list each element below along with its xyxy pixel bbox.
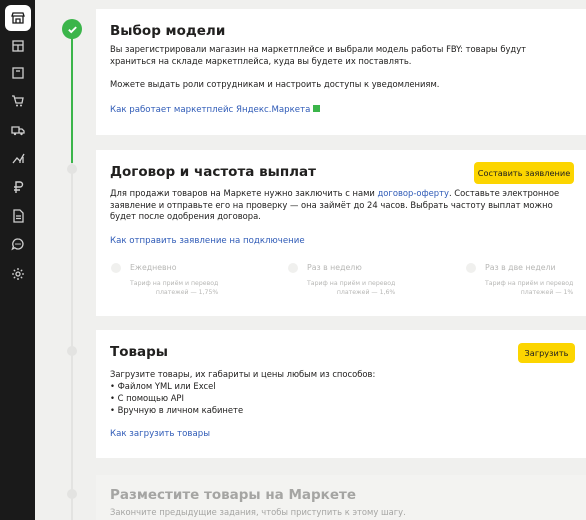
how-marketplace-works-label: Как работает маркетплейс Яндекс.Маркета (110, 105, 311, 115)
step-card-goods: Товары Загрузить Загрузите товары, их га… (96, 330, 586, 458)
list-item: • Файлом YML или Excel (110, 381, 216, 391)
step-dot-contract (67, 164, 77, 174)
step-text-contract-line1: Для продажи товаров на Маркете нужно зак… (110, 188, 559, 200)
option-tariff: Тариф на приём и перевод платежей — 1% (485, 280, 574, 296)
truck-icon (11, 126, 25, 136)
option-label: Раз в неделю (307, 263, 362, 272)
how-marketplace-works-link[interactable]: Как работает маркетплейс Яндекс.Маркета (110, 105, 321, 115)
sidebar (0, 0, 35, 520)
step-title-contract: Договор и частота выплат (110, 164, 316, 180)
list-item: • Вручную в личном кабинете (110, 405, 244, 415)
create-application-button[interactable]: Составить заявление (474, 162, 574, 184)
how-to-upload-goods-link[interactable]: Как загрузить товары (110, 429, 210, 439)
option-tariff: Тариф на приём и перевод платежей — 1,6% (307, 280, 396, 296)
external-link-icon (313, 105, 321, 112)
step-dot-goods (67, 346, 77, 356)
gear-icon (12, 268, 24, 280)
upload-goods-button[interactable]: Загрузить (518, 343, 575, 363)
step-text-publish: Закончите предыдущие задания, чтобы прис… (110, 507, 406, 517)
radio-biweekly[interactable] (466, 263, 476, 273)
sidebar-item-store[interactable] (5, 5, 31, 31)
step-text-model-line1: Вы зарегистрировали магазин на маркетпле… (110, 44, 527, 54)
step-text-contract-line3: будет после одобрения договора. (110, 211, 261, 221)
catalog-icon (12, 67, 24, 79)
contract-text-prefix: Для продажи товаров на Маркете нужно зак… (110, 188, 378, 198)
step-text-model-line2: храниться на складе маркетплейса, куда в… (110, 55, 412, 66)
step-card-contract: Договор и частота выплат Составить заявл… (96, 150, 586, 316)
step-text-goods-intro: Загрузите товары, их габариты и цены люб… (110, 369, 376, 379)
step-title-goods: Товары (110, 344, 169, 360)
step-text-contract-line2: заявление и отправьте его на проверку — … (110, 199, 553, 210)
step-title-publish: Разместите товары на Маркете (110, 487, 356, 503)
chat-icon (11, 238, 24, 251)
sidebar-item-logistics[interactable] (5, 117, 31, 143)
sidebar-item-documents[interactable] (5, 203, 31, 229)
step-dot-publish (67, 489, 77, 499)
sidebar-item-orders[interactable] (5, 88, 31, 114)
how-to-send-application-link[interactable]: Как отправить заявление на подключение (110, 236, 305, 246)
radio-weekly[interactable] (288, 263, 298, 273)
showcase-icon (12, 40, 24, 52)
timeline-progress-line (71, 38, 73, 163)
timeline-line (71, 163, 73, 520)
list-item: • С помощью API (110, 393, 184, 403)
storefront-icon (11, 12, 25, 24)
step-title-model: Выбор модели (110, 23, 226, 39)
sidebar-item-showcase[interactable] (5, 33, 31, 59)
step-done-check-icon (62, 19, 82, 39)
document-icon (13, 209, 24, 223)
cart-icon (12, 95, 24, 107)
step-card-model: Выбор модели Вы зарегистрировали магазин… (96, 9, 586, 135)
ruble-icon (14, 181, 24, 193)
sidebar-item-finance[interactable] (5, 174, 31, 200)
step-text-model-roles: Можете выдать роли сотрудникам и настрои… (110, 79, 440, 89)
sidebar-item-catalog[interactable] (5, 60, 31, 86)
analytics-icon (12, 153, 25, 164)
contract-text-suffix: . Составьте электронное (448, 188, 560, 198)
offer-contract-link[interactable]: договор-оферту (378, 188, 449, 198)
option-label: Ежедневно (130, 263, 177, 272)
option-tariff: Тариф на приём и перевод платежей — 1,75% (130, 280, 219, 296)
step-card-publish: Разместите товары на Маркете Закончите п… (96, 475, 586, 520)
sidebar-item-chat[interactable] (5, 231, 31, 257)
sidebar-item-settings[interactable] (5, 261, 31, 287)
radio-daily[interactable] (111, 263, 121, 273)
option-label: Раз в две недели (485, 263, 556, 272)
sidebar-item-analytics[interactable] (5, 145, 31, 171)
